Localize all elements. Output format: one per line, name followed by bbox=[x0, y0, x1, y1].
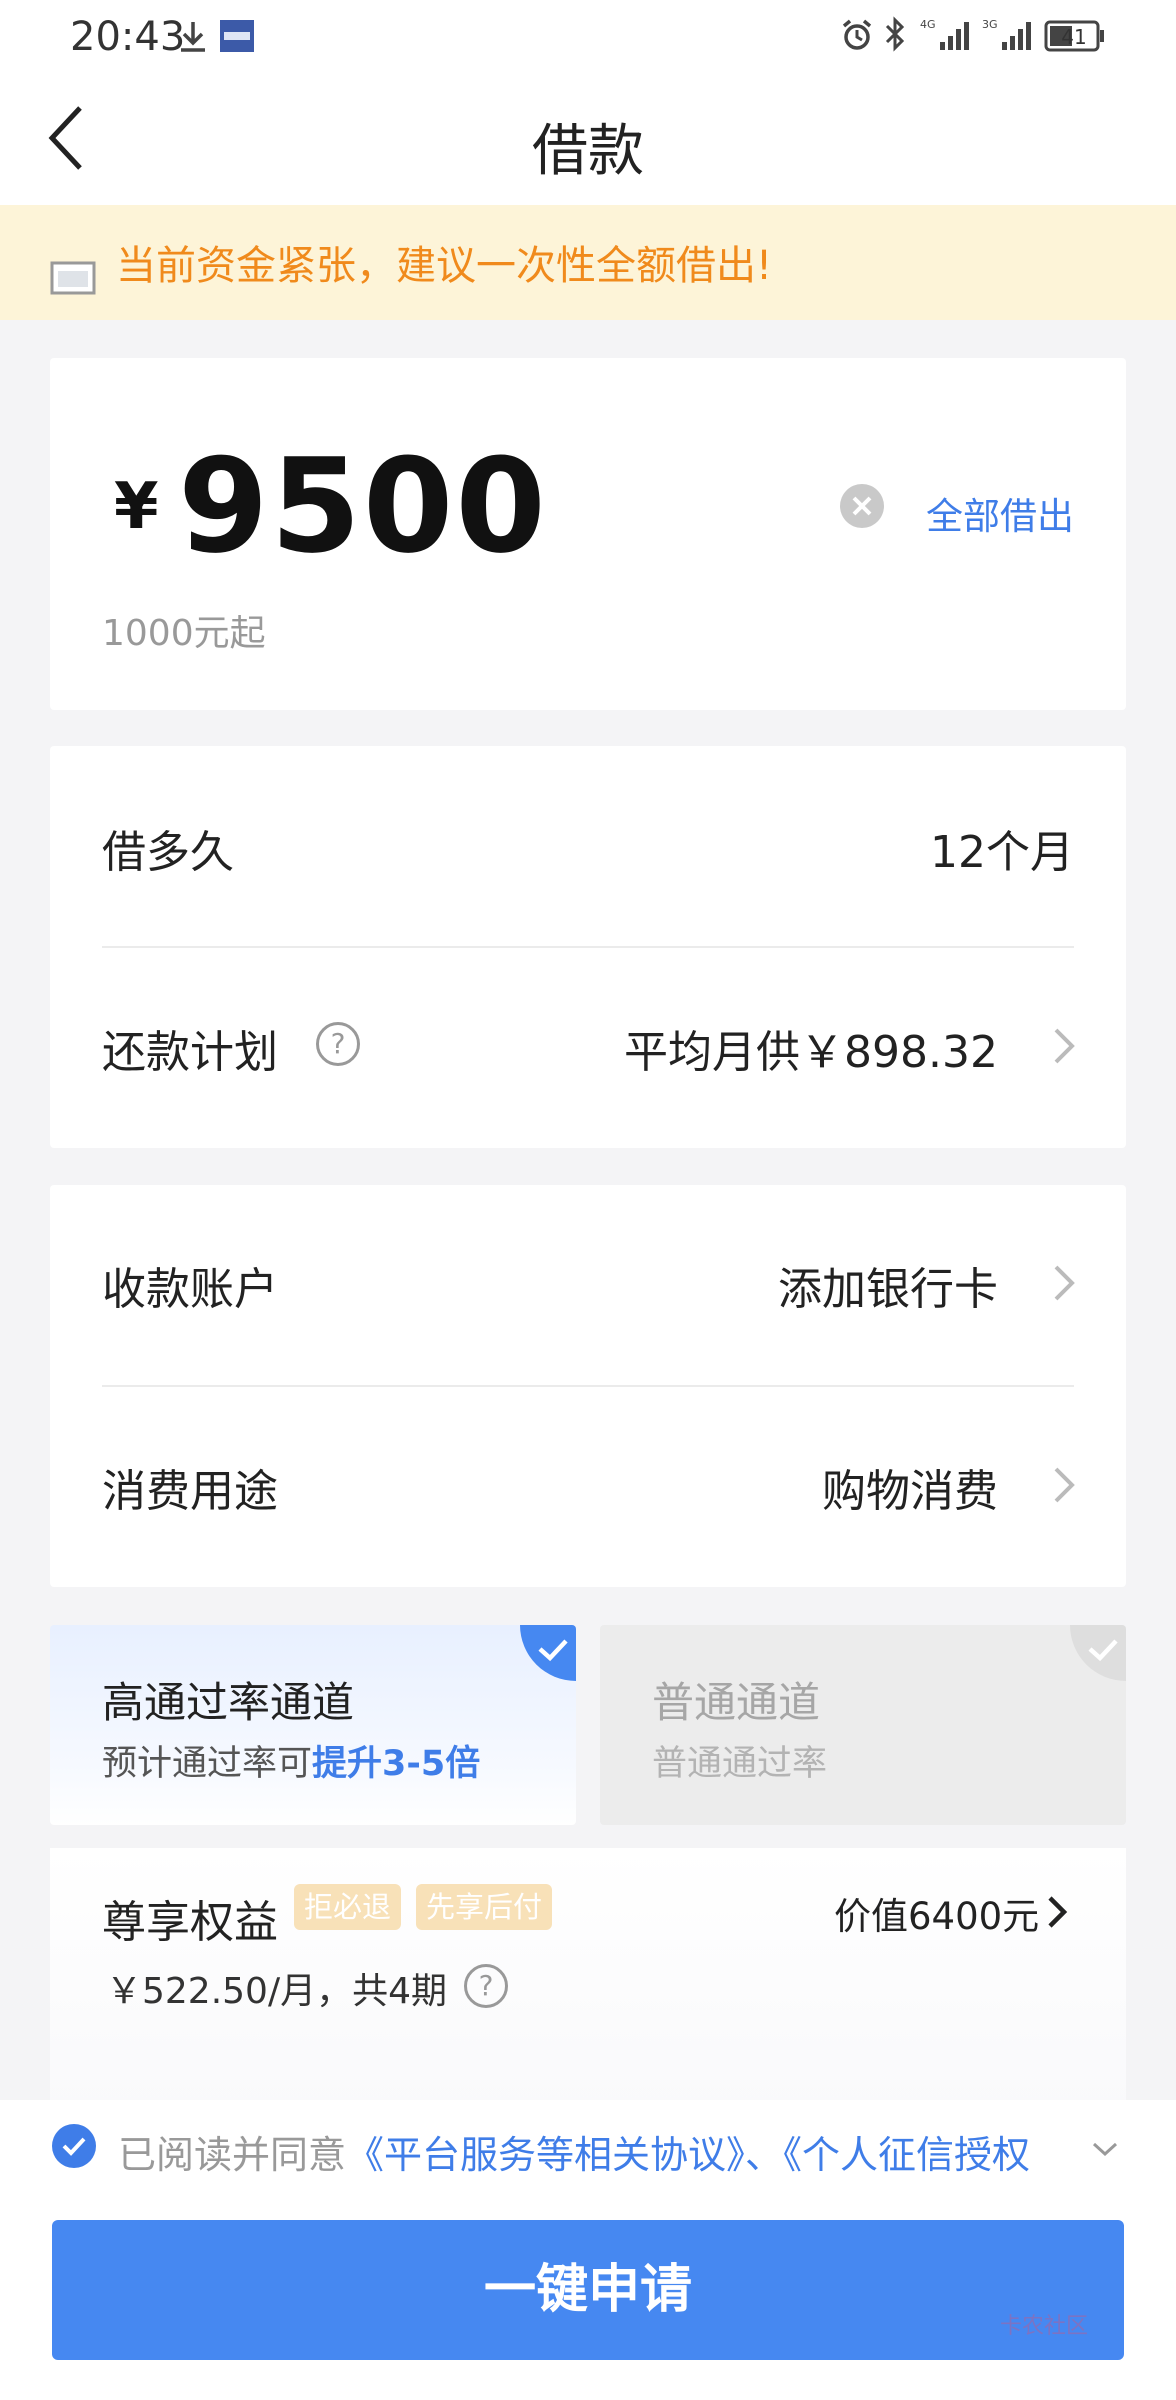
high-pass-channel-option[interactable]: 高通过率通道 预计通过率可提升3-5倍 bbox=[50, 1625, 576, 1825]
app-notification-icon bbox=[220, 20, 254, 56]
high-channel-sub-prefix: 预计通过率可 bbox=[102, 1744, 313, 1784]
watermark: 卡农社区 bbox=[1000, 2314, 1089, 2339]
status-time: 20:43 bbox=[70, 14, 186, 60]
term-row[interactable]: 借多久 12个月 bbox=[50, 746, 1126, 946]
account-value: 添加银行卡 bbox=[778, 1264, 998, 1315]
account-label: 收款账户 bbox=[102, 1264, 278, 1315]
bottom-bar: 已阅读并同意《平台服务等相关协议》、《个人征信授权 一键申请 卡农社区 bbox=[0, 2100, 1176, 2400]
benefits-title: 尊享权益 bbox=[102, 1897, 278, 1948]
amount-hint: 1000元起 bbox=[102, 613, 266, 654]
amount-card: ¥ 9500 1000元起 全部借出 bbox=[50, 358, 1126, 710]
status-bar: 20:43 4G 3G 41 bbox=[0, 0, 1176, 70]
benefit-tag: 先享后付 bbox=[416, 1884, 553, 1930]
purpose-row[interactable]: 消费用途 购物消费 bbox=[50, 1387, 1126, 1587]
benefits-price: ￥522.50/月，共4期 bbox=[106, 1971, 447, 2012]
agreement-checkbox[interactable] bbox=[52, 2124, 96, 2168]
nav-bar: 借款 bbox=[0, 70, 1176, 205]
download-icon bbox=[178, 20, 208, 58]
bluetooth-icon bbox=[884, 16, 906, 56]
chevron-right-icon bbox=[1048, 1896, 1068, 1928]
signal-4g-icon: 4G bbox=[918, 16, 974, 56]
currency-sign: ¥ bbox=[114, 470, 159, 544]
high-channel-subtitle: 预计通过率可提升3-5倍 bbox=[102, 1735, 480, 1786]
agreement-prefix: 已阅读并同意 bbox=[118, 2133, 347, 2177]
chevron-right-icon bbox=[1054, 1265, 1075, 1301]
account-card: 收款账户 添加银行卡 消费用途 购物消费 bbox=[50, 1185, 1126, 1587]
check-icon bbox=[62, 2137, 86, 2156]
term-card: 借多久 12个月 还款计划 ? 平均月供￥898.32 bbox=[50, 746, 1126, 1148]
purpose-label: 消费用途 bbox=[102, 1466, 278, 1517]
agreement-text: 已阅读并同意《平台服务等相关协议》、《个人征信授权 bbox=[118, 2124, 1030, 2179]
help-icon[interactable]: ? bbox=[316, 1022, 360, 1066]
help-icon[interactable]: ? bbox=[464, 1964, 508, 2008]
normal-channel-subtitle: 普通通过率 bbox=[652, 1744, 828, 1784]
agreement-separator: 、 bbox=[745, 2133, 784, 2177]
high-channel-sub-highlight: 提升3-5倍 bbox=[312, 1744, 481, 1784]
benefit-tag: 拒必退 bbox=[294, 1884, 402, 1930]
clear-amount-button[interactable] bbox=[840, 484, 884, 528]
check-badge-icon bbox=[1070, 1625, 1126, 1681]
check-badge-icon bbox=[520, 1625, 576, 1681]
alarm-icon bbox=[840, 18, 874, 56]
page-title: 借款 bbox=[532, 119, 644, 184]
term-value: 12个月 bbox=[930, 827, 1074, 878]
close-icon bbox=[852, 496, 872, 516]
chevron-right-icon bbox=[1054, 1467, 1075, 1503]
amount-input[interactable]: 9500 bbox=[178, 430, 548, 582]
repayment-value: 平均月供￥898.32 bbox=[624, 1027, 998, 1078]
svg-text:3G: 3G bbox=[982, 18, 998, 31]
apply-button[interactable]: 一键申请 bbox=[52, 2220, 1124, 2360]
normal-channel-option[interactable]: 普通通道 普通通过率 bbox=[600, 1625, 1126, 1825]
svg-text:4G: 4G bbox=[920, 18, 936, 31]
purpose-value: 购物消费 bbox=[822, 1466, 998, 1517]
high-channel-title: 高通过率通道 bbox=[102, 1678, 355, 1727]
term-label: 借多久 bbox=[102, 827, 234, 878]
signal-3g-icon: 3G bbox=[980, 16, 1036, 56]
chevron-right-icon bbox=[1054, 1028, 1075, 1064]
svg-text:41: 41 bbox=[1061, 25, 1086, 49]
chevron-down-icon[interactable] bbox=[1090, 2134, 1120, 2164]
repayment-row[interactable]: 还款计划 ? 平均月供￥898.32 bbox=[50, 948, 1126, 1148]
banner-text: 当前资金紧张，建议一次性全额借出! bbox=[116, 243, 773, 289]
benefits-value-link[interactable]: 价值6400元 bbox=[834, 1886, 1039, 1940]
battery-icon: 41 bbox=[1044, 20, 1106, 56]
banner-image-icon bbox=[50, 261, 96, 299]
account-row[interactable]: 收款账户 添加银行卡 bbox=[50, 1185, 1126, 1385]
borrow-all-link[interactable]: 全部借出 bbox=[926, 486, 1074, 540]
service-agreement-link[interactable]: 《平台服务等相关协议》 bbox=[346, 2133, 745, 2177]
credit-authorization-link[interactable]: 《个人征信授权 bbox=[783, 2133, 1030, 2177]
repayment-label: 还款计划 bbox=[102, 1027, 278, 1078]
benefits-card: 尊享权益 拒必退 先享后付 价值6400元 ￥522.50/月，共4期 ? bbox=[50, 1848, 1126, 2108]
normal-channel-title: 普通通道 bbox=[652, 1678, 821, 1727]
notice-banner: 当前资金紧张，建议一次性全额借出! bbox=[0, 205, 1176, 320]
